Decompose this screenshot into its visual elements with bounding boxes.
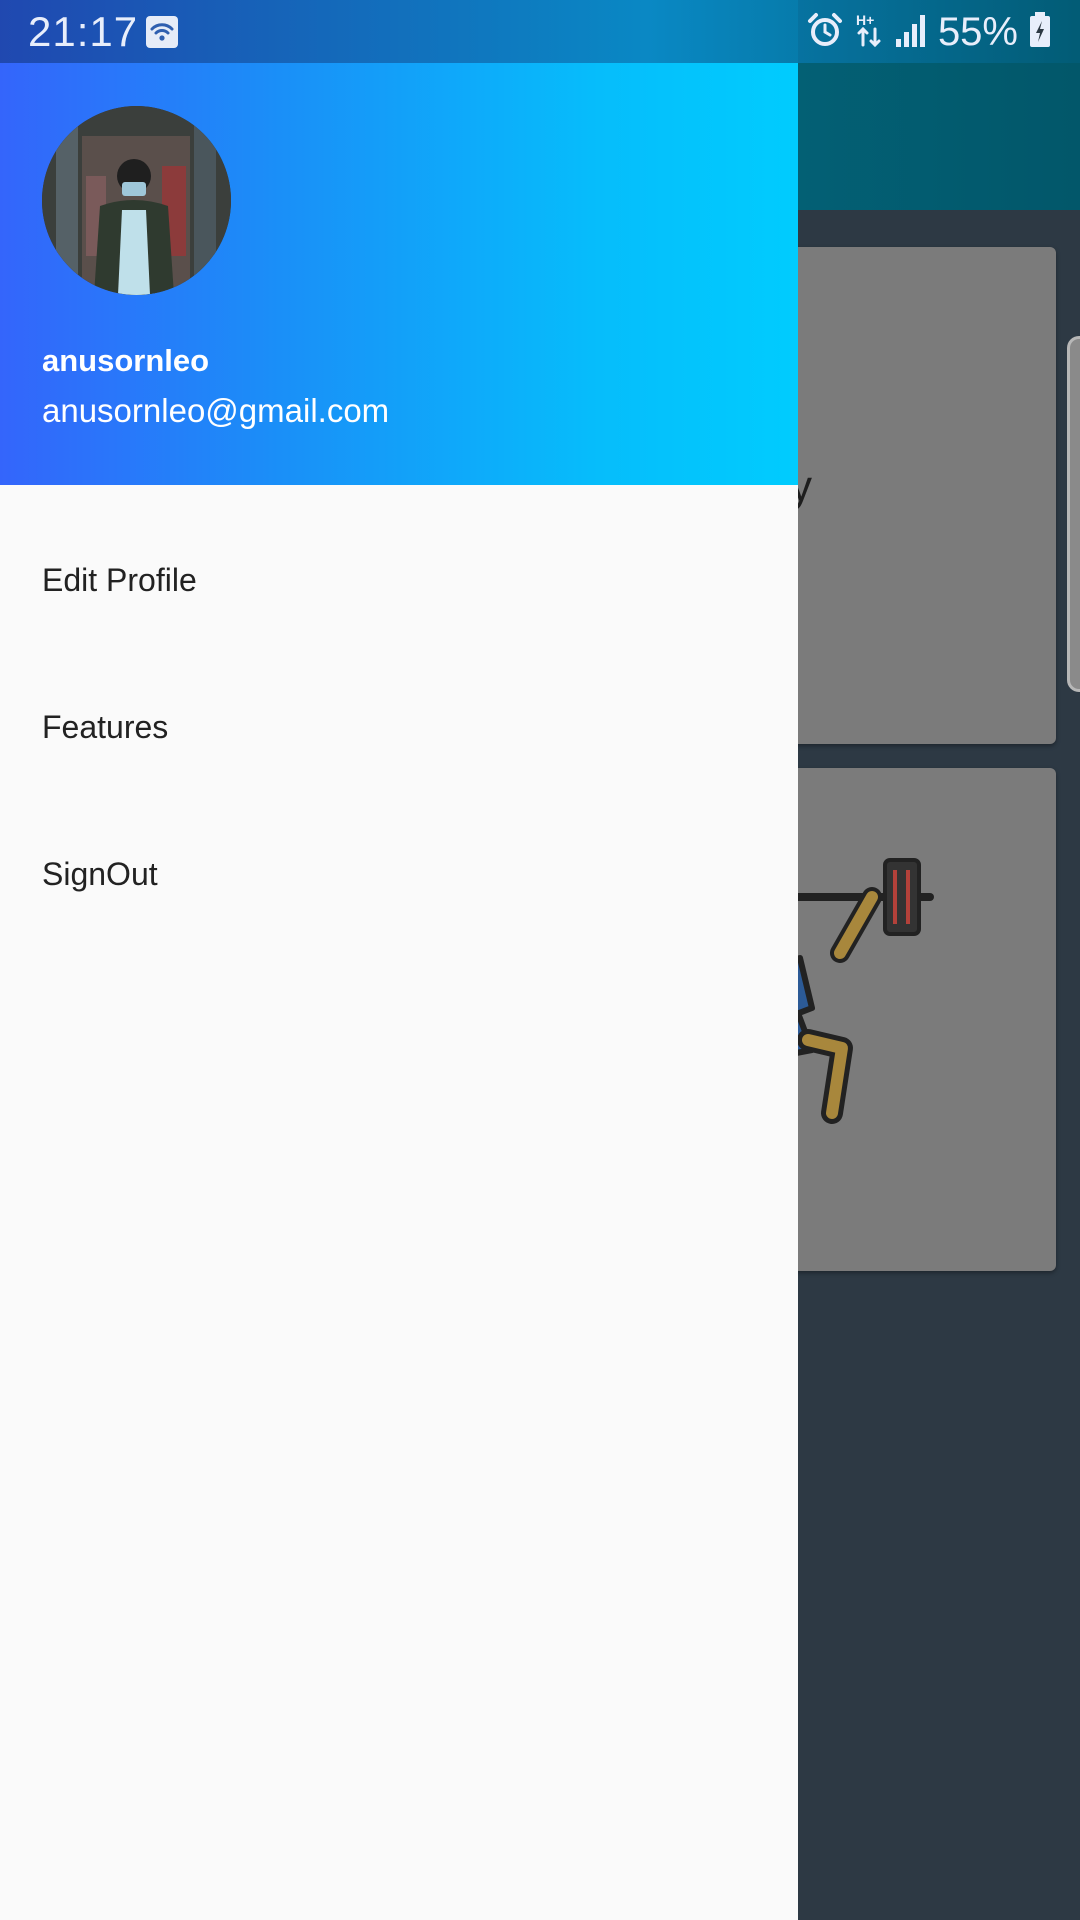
profile-photo [42, 106, 231, 295]
battery-percent: 55% [937, 9, 1018, 54]
signal-icon [894, 11, 928, 54]
battery-charging-icon [1028, 11, 1052, 54]
alarm-icon [806, 11, 844, 54]
svg-text:H+: H+ [856, 12, 874, 28]
status-bar: 21:17 H+ 55% [0, 0, 1080, 63]
hplus-data-icon: H+ [854, 11, 884, 54]
feature-card[interactable] [760, 768, 1056, 1271]
avatar[interactable] [42, 106, 231, 295]
edge-tab-handle[interactable] [1067, 336, 1080, 692]
menu-item-edit-profile[interactable]: Edit Profile [0, 515, 798, 645]
menu-item-features[interactable]: Features [0, 662, 798, 792]
menu-item-signout[interactable]: SignOut [0, 809, 798, 939]
status-time: 21:17 [28, 8, 139, 55]
user-email: anusornleo@gmail.com [42, 392, 390, 429]
wifi-icon [146, 16, 178, 48]
feature-card[interactable]: y [760, 247, 1056, 744]
drawer-header: anusornleo anusornleo@gmail.com [0, 0, 798, 485]
user-name: anusornleo [42, 343, 210, 378]
navigation-drawer: anusornleo anusornleo@gmail.com Edit Pro… [0, 0, 798, 1920]
weightlifter-icon [760, 858, 934, 1124]
